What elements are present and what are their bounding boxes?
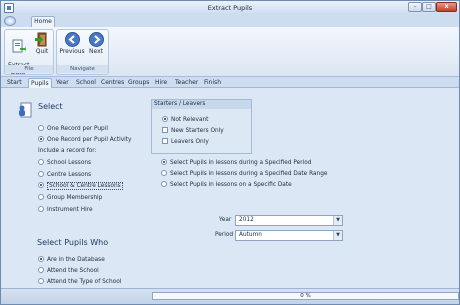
radio-indicator[interactable] — [38, 170, 44, 177]
close-button[interactable]: x — [436, 2, 457, 12]
option-label: Attend the Type of School — [47, 279, 122, 285]
option-label: Attend the School — [47, 268, 99, 274]
radio-indicator[interactable] — [38, 205, 44, 212]
ribbon: Extract Data Quit File Previous — [1, 27, 459, 77]
radio-school-lessons[interactable]: School Lessons — [38, 158, 92, 167]
radio-indicator[interactable] — [161, 180, 167, 187]
radio-in-database[interactable]: Are in the Database — [38, 255, 105, 264]
radio-indicator[interactable] — [38, 124, 44, 131]
year-value: 2012 — [239, 217, 254, 223]
radio-group-membership[interactable]: Group Membership — [38, 193, 103, 202]
radio-indicator[interactable] — [38, 255, 44, 262]
minimize-button[interactable]: – — [408, 2, 422, 12]
radio-attend-school[interactable]: Attend the School — [38, 266, 99, 275]
tab-year[interactable]: Year — [54, 78, 71, 88]
option-label: School & Centre Lessons — [47, 182, 123, 190]
quit-button[interactable]: Quit — [32, 32, 52, 55]
navigate-group: Previous Next Navigate — [56, 29, 109, 75]
tab-pupils[interactable]: Pupils — [28, 78, 52, 88]
door-exit-icon — [34, 32, 46, 47]
radio-one-record-per-pupil[interactable]: One Record per Pupil — [38, 124, 108, 133]
radio-indicator[interactable] — [161, 158, 167, 165]
radio-indicator[interactable] — [161, 169, 167, 176]
radio-indicator[interactable] — [38, 266, 44, 273]
period-dropdown[interactable]: Autumn ▼ — [235, 230, 343, 241]
wizard-step-tabs: Start Pupils Year School Centres Groups … — [1, 77, 459, 88]
radio-leavers-only[interactable]: Leavers Only — [162, 137, 209, 146]
window-title: Extract Pupils — [207, 4, 253, 12]
radio-indicator[interactable] — [38, 158, 44, 165]
year-label: Year — [219, 217, 232, 223]
period-value: Autumn — [239, 232, 262, 238]
option-label: New Starters Only — [171, 128, 224, 134]
progress-bar: 0 % — [152, 292, 459, 300]
tab-finish[interactable]: Finish — [202, 78, 223, 88]
option-label: One Record per Pupil Activity — [47, 137, 132, 143]
title-bar: Extract Pupils – □ x — [1, 1, 459, 15]
radio-indicator[interactable] — [38, 193, 44, 200]
tab-hire[interactable]: Hire — [153, 78, 169, 88]
navigate-group-label: Navigate — [57, 65, 108, 73]
radio-one-record-per-pupil-activity[interactable]: One Record per Pupil Activity — [38, 135, 132, 144]
radio-indicator[interactable] — [38, 135, 44, 142]
maximize-button[interactable]: □ — [422, 2, 436, 12]
option-label: Not Relevant — [171, 117, 209, 123]
period-label: Period — [215, 232, 234, 238]
previous-button[interactable]: Previous — [59, 32, 85, 55]
pupil-document-icon — [19, 102, 32, 118]
radio-not-relevant[interactable]: Not Relevant — [162, 115, 209, 124]
radio-new-starters-only[interactable]: New Starters Only — [162, 126, 224, 135]
tab-teacher[interactable]: Teacher — [173, 78, 200, 88]
option-label: One Record per Pupil — [47, 126, 108, 132]
checkbox-indicator[interactable] — [162, 137, 168, 144]
option-label: Select Pupils in lessons on a Specific D… — [170, 182, 292, 188]
radio-centre-lessons[interactable]: Centre Lessons — [38, 170, 92, 179]
include-record-label: Include a record for: — [38, 148, 97, 154]
select-pupils-who-heading: Select Pupils Who — [37, 238, 109, 247]
chevron-down-icon[interactable]: ▼ — [333, 216, 342, 225]
radio-indicator[interactable] — [38, 277, 44, 284]
option-label: Centre Lessons — [47, 172, 92, 178]
next-label: Next — [89, 48, 103, 55]
option-label: Are in the Database — [47, 257, 105, 263]
tab-home[interactable]: Home — [31, 16, 55, 27]
radio-specified-period[interactable]: Select Pupils in lessons during a Specif… — [161, 158, 312, 167]
checkbox-indicator[interactable] — [162, 126, 168, 133]
option-label: Select Pupils in lessons during a Specif… — [170, 171, 328, 177]
tab-start[interactable]: Start — [5, 78, 24, 88]
starters-leavers-title: Starters / Leavers — [152, 100, 251, 109]
radio-indicator[interactable] — [38, 181, 44, 188]
extract-data-icon — [12, 39, 26, 53]
option-label: Group Membership — [47, 195, 103, 201]
option-label: School Lessons — [47, 160, 92, 166]
option-label: Instrument Hire — [47, 207, 93, 213]
quit-label: Quit — [35, 48, 49, 55]
chevron-down-icon[interactable]: ▼ — [333, 231, 342, 240]
radio-indicator[interactable] — [162, 115, 168, 122]
radio-attend-type-of-school[interactable]: Attend the Type of School — [38, 277, 122, 286]
previous-label: Previous — [59, 48, 85, 55]
year-dropdown[interactable]: 2012 ▼ — [235, 215, 343, 226]
arrow-left-icon — [64, 32, 80, 47]
select-heading: Select — [38, 102, 63, 111]
option-label: Leavers Only — [171, 139, 209, 145]
tab-school[interactable]: School — [74, 78, 98, 88]
radio-specified-date-range[interactable]: Select Pupils in lessons during a Specif… — [161, 169, 328, 178]
progress-text: 0 % — [300, 293, 311, 299]
arrow-right-icon — [88, 32, 104, 47]
radio-instrument-hire[interactable]: Instrument Hire — [38, 205, 93, 214]
radio-school-and-centre-lessons[interactable]: School & Centre Lessons — [38, 181, 123, 190]
radio-specific-date[interactable]: Select Pupils in lessons on a Specific D… — [161, 180, 292, 189]
file-group-label: File — [5, 65, 53, 73]
extract-pupils-window: Extract Pupils – □ x Home Extract Data — [0, 0, 460, 305]
next-button[interactable]: Next — [86, 32, 106, 55]
tab-centres[interactable]: Centres — [99, 78, 126, 88]
ribbon-tab-strip: Home — [1, 15, 459, 27]
application-menu-button[interactable] — [4, 16, 16, 26]
tab-groups[interactable]: Groups — [126, 78, 151, 88]
file-group: Extract Data Quit File — [4, 29, 54, 76]
option-label: Select Pupils in lessons during a Specif… — [170, 160, 312, 166]
starters-leavers-group: Starters / Leavers Not Relevant New Star… — [151, 99, 252, 154]
